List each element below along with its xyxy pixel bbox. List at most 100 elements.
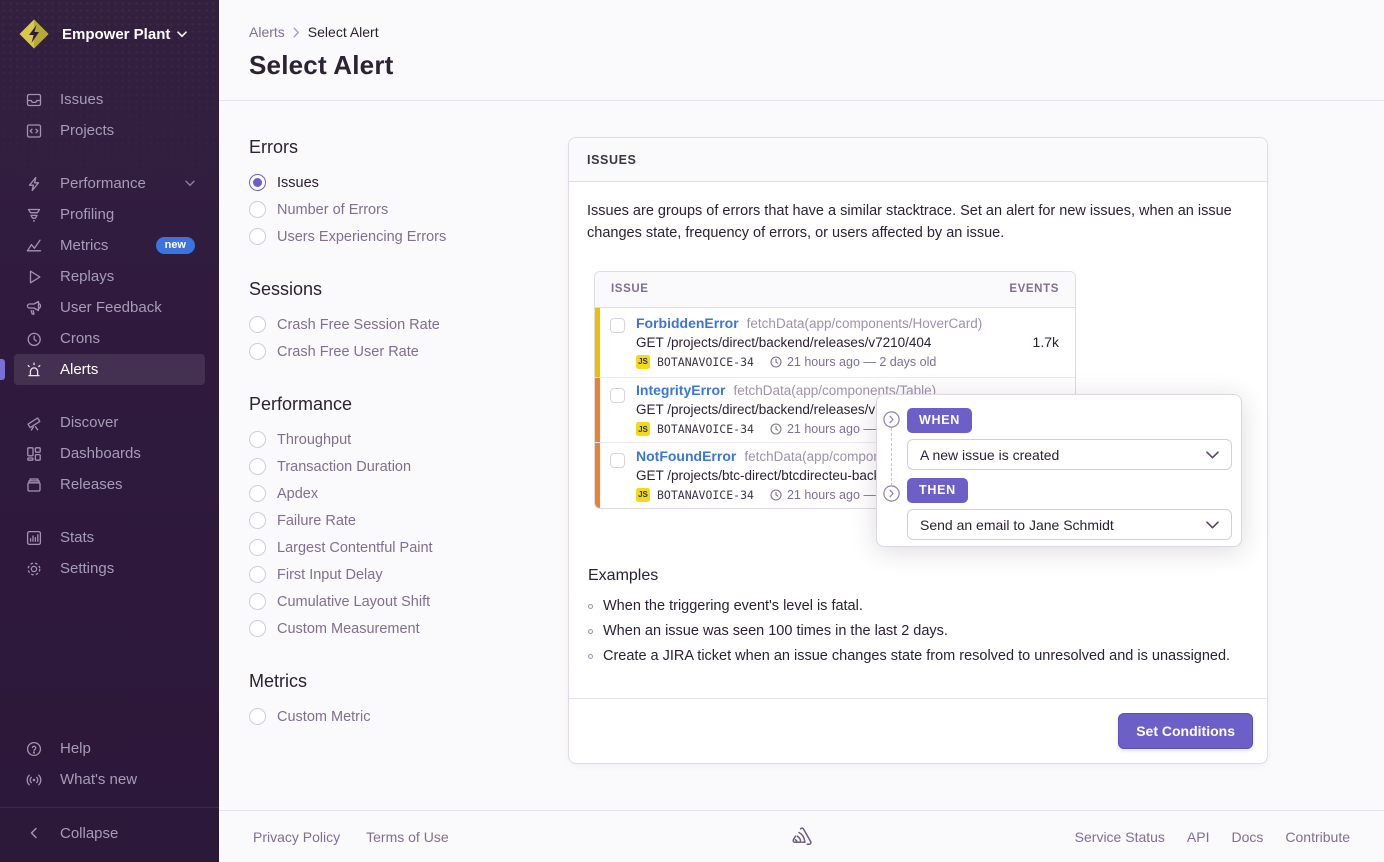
chevron-down-icon — [177, 31, 187, 38]
radio-button[interactable] — [249, 174, 266, 191]
issue-title-link[interactable]: NotFoundError — [636, 448, 736, 464]
radio-button[interactable] — [249, 431, 266, 448]
examples-heading: Examples — [588, 567, 1249, 585]
privacy-policy-link[interactable]: Privacy Policy — [253, 829, 340, 845]
section-heading: Sessions — [249, 279, 568, 300]
rule-builder-card: WHEN A new issue is created THEN Send an… — [876, 394, 1242, 547]
javascript-platform-icon: JS — [636, 422, 650, 436]
radio-button[interactable] — [249, 201, 266, 218]
api-link[interactable]: API — [1187, 829, 1210, 845]
row-checkbox[interactable] — [610, 388, 625, 403]
org-name: Empower Plant — [62, 26, 187, 43]
javascript-platform-icon: JS — [636, 488, 650, 502]
issue-short-id: BOTANAVOICE-34 — [657, 488, 754, 502]
radio-first-input-delay[interactable]: First Input Delay — [249, 561, 568, 588]
sidebar-item-metrics[interactable]: Metrics new — [14, 230, 205, 261]
radio-button[interactable] — [249, 316, 266, 333]
org-switcher[interactable]: Empower Plant — [0, 0, 219, 66]
sidebar-item-alerts[interactable]: Alerts — [14, 354, 205, 385]
sidebar-item-profiling[interactable]: Profiling — [14, 199, 205, 230]
sidebar-item-issues[interactable]: Issues — [14, 84, 205, 115]
sidebar-item-label: User Feedback — [60, 299, 162, 316]
level-indicator — [595, 378, 600, 442]
sidebar-item-releases[interactable]: Releases — [14, 469, 205, 500]
radio-label: First Input Delay — [277, 567, 383, 583]
radio-apdex[interactable]: Apdex — [249, 480, 568, 507]
list-item: Create a JIRA ticket when an issue chang… — [588, 648, 1249, 664]
set-conditions-button[interactable]: Set Conditions — [1118, 713, 1253, 749]
contribute-link[interactable]: Contribute — [1285, 829, 1350, 845]
radio-label: Throughput — [277, 432, 351, 448]
sidebar-item-label: Projects — [60, 122, 114, 139]
radio-button[interactable] — [249, 539, 266, 556]
clock-arrow-icon — [25, 330, 43, 348]
radio-label: Crash Free User Rate — [277, 344, 419, 360]
radio-crash-free-user-rate[interactable]: Crash Free User Rate — [249, 338, 568, 365]
sidebar-item-user-feedback[interactable]: User Feedback — [14, 292, 205, 323]
radio-issues[interactable]: Issues — [249, 169, 568, 196]
docs-link[interactable]: Docs — [1232, 829, 1264, 845]
sidebar-item-whats-new[interactable]: What's new — [14, 764, 205, 795]
sidebar-item-settings[interactable]: Settings — [14, 553, 205, 584]
radio-button[interactable] — [249, 593, 266, 610]
radio-largest-contentful-paint[interactable]: Largest Contentful Paint — [249, 534, 568, 561]
sidebar-item-discover[interactable]: Discover — [14, 407, 205, 438]
level-indicator — [595, 443, 600, 508]
sidebar-item-stats[interactable]: Stats — [14, 522, 205, 553]
radio-crash-free-session-rate[interactable]: Crash Free Session Rate — [249, 311, 568, 338]
megaphone-icon — [25, 299, 43, 317]
chevron-down-icon — [1206, 451, 1219, 459]
then-badge: THEN — [907, 478, 968, 503]
then-action-select[interactable]: Send an email to Jane Schmidt — [907, 509, 1232, 540]
breadcrumb-alerts-link[interactable]: Alerts — [249, 24, 285, 40]
sidebar-item-replays[interactable]: Replays — [14, 261, 205, 292]
level-indicator — [595, 308, 600, 377]
radio-button[interactable] — [249, 708, 266, 725]
radio-label: Issues — [277, 175, 319, 191]
bullet-icon — [588, 629, 593, 634]
radio-throughput[interactable]: Throughput — [249, 426, 568, 453]
sidebar-item-help[interactable]: Help — [14, 733, 205, 764]
chevron-right-circle-icon[interactable] — [883, 411, 900, 428]
sidebar-item-label: Discover — [60, 414, 118, 431]
broadcast-icon — [25, 771, 43, 789]
row-checkbox[interactable] — [610, 318, 625, 333]
issue-title-link[interactable]: ForbiddenError — [636, 315, 739, 331]
radio-custom-measurement[interactable]: Custom Measurement — [249, 615, 568, 642]
sidebar-item-performance[interactable]: Performance — [14, 168, 205, 199]
sidebar-item-crons[interactable]: Crons — [14, 323, 205, 354]
radio-failure-rate[interactable]: Failure Rate — [249, 507, 568, 534]
radio-button[interactable] — [249, 458, 266, 475]
radio-number-of-errors[interactable]: Number of Errors — [249, 196, 568, 223]
sidebar-nav: Issues Projects Performance Profiling Me… — [0, 66, 219, 733]
sidebar-item-projects[interactable]: Projects — [14, 115, 205, 146]
sidebar-collapse-button[interactable]: Collapse — [14, 816, 205, 850]
content: Errors Issues Number of Errors Users Exp… — [219, 101, 1384, 810]
performance-icon — [25, 175, 43, 193]
radio-custom-metric[interactable]: Custom Metric — [249, 703, 568, 730]
radio-button[interactable] — [249, 512, 266, 529]
radio-button[interactable] — [249, 566, 266, 583]
radio-users-experiencing-errors[interactable]: Users Experiencing Errors — [249, 223, 568, 250]
service-status-link[interactable]: Service Status — [1075, 829, 1165, 845]
sidebar-item-label: Stats — [60, 529, 94, 546]
projects-icon — [25, 122, 43, 140]
radio-transaction-duration[interactable]: Transaction Duration — [249, 453, 568, 480]
radio-cumulative-layout-shift[interactable]: Cumulative Layout Shift — [249, 588, 568, 615]
when-condition-select[interactable]: A new issue is created — [907, 439, 1232, 470]
list-item: When an issue was seen 100 times in the … — [588, 623, 1249, 639]
org-logo-icon — [16, 16, 52, 52]
sidebar-item-label: Alerts — [60, 361, 98, 378]
row-checkbox[interactable] — [610, 453, 625, 468]
radio-button[interactable] — [249, 620, 266, 637]
radio-button[interactable] — [249, 485, 266, 502]
page-header: Alerts Select Alert Select Alert — [219, 0, 1384, 101]
issue-events-count: 1.7k — [991, 334, 1075, 350]
radio-button[interactable] — [249, 343, 266, 360]
chevron-right-circle-icon[interactable] — [883, 485, 900, 502]
radio-button[interactable] — [249, 228, 266, 245]
new-badge: new — [156, 237, 195, 254]
sidebar-item-dashboards[interactable]: Dashboards — [14, 438, 205, 469]
terms-of-use-link[interactable]: Terms of Use — [366, 829, 448, 845]
issue-title-link[interactable]: IntegrityError — [636, 382, 725, 398]
